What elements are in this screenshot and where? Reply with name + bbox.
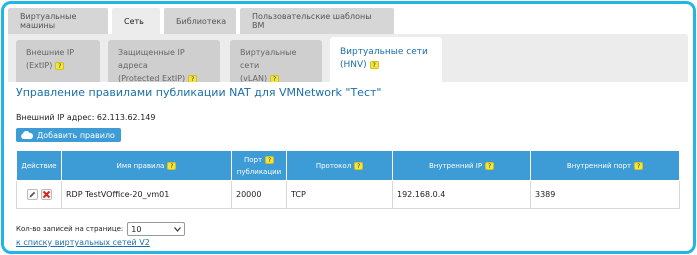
internal-ip-cell: 192.168.0.4: [392, 180, 531, 209]
tab-virtual-machines[interactable]: Виртуальные машины: [8, 8, 108, 34]
header-publish-port: Порт? публикации: [231, 150, 287, 181]
header-action-label: Действие: [21, 161, 57, 170]
help-icon[interactable]: ?: [485, 161, 495, 170]
help-icon[interactable]: ?: [55, 61, 65, 70]
internal-port-cell: 3389: [530, 180, 680, 209]
tab-label: Пользовательские шаблоны ВМ: [252, 12, 372, 30]
delete-rule-button[interactable]: [40, 189, 52, 200]
help-icon[interactable]: ?: [167, 161, 177, 170]
tab-label: Виртуальные машины: [20, 12, 77, 30]
nat-rules-table: Действие Имя правила? Порт? публикации П…: [16, 150, 680, 209]
edit-rule-button[interactable]: [26, 189, 38, 200]
network-panel: Внешние IP (ExtIP)? Защищенные IP адреса…: [8, 34, 688, 249]
subtab-label-line1: Внешние IP: [26, 48, 75, 57]
cloud-icon: [21, 131, 33, 139]
tab-network[interactable]: Сеть: [112, 8, 160, 34]
subtab-vlan[interactable]: Виртуальные сети (vLAN)?: [230, 40, 322, 83]
add-rule-label: Добавить правило: [37, 130, 115, 140]
tab-user-vm-templates[interactable]: Пользовательские шаблоны ВМ: [240, 8, 394, 34]
tab-label: Библиотека: [176, 16, 227, 26]
header-publish-port-label2: публикации: [236, 167, 282, 176]
pencil-icon: [29, 191, 35, 198]
subtab-label-line2: (ExtIP): [26, 61, 53, 70]
header-internal-port-label: Внутренний порт: [566, 161, 632, 170]
publish-port-cell: 20000: [231, 180, 287, 209]
help-icon[interactable]: ?: [634, 161, 644, 170]
tab-label: Сеть: [124, 16, 144, 26]
window-frame: Виртуальные машины Сеть Библиотека Польз…: [1, 1, 696, 254]
help-icon[interactable]: ?: [369, 60, 379, 69]
header-rule-name: Имя правила?: [61, 150, 232, 181]
header-protocol-label: Протокол: [315, 161, 352, 170]
top-tabs: Виртуальные машины Сеть Библиотека Польз…: [8, 8, 398, 34]
header-protocol: Протокол?: [286, 150, 393, 181]
tab-library[interactable]: Библиотека: [164, 8, 236, 34]
action-cell: [16, 180, 62, 209]
add-rule-button[interactable]: Добавить правило: [16, 128, 121, 142]
delete-x-icon: [42, 190, 50, 199]
header-internal-ip: Внутренний IP?: [392, 150, 531, 181]
page-size-control: Кол-во записей на странице: 10: [16, 222, 186, 236]
header-action: Действие: [16, 150, 62, 181]
help-icon[interactable]: ?: [354, 161, 364, 170]
back-to-virtual-networks-link[interactable]: к списку виртуальных сетей V2: [16, 238, 150, 247]
page-title: Управление правилами публикации NAT для …: [16, 86, 382, 99]
chevron-down-icon: [174, 226, 182, 232]
subtab-label-line1: Виртуальные сети: [240, 48, 297, 70]
subtab-hnv[interactable]: Виртуальные сети (HNV)?: [330, 37, 442, 82]
protocol-cell: TCP: [286, 180, 393, 209]
header-publish-port-label: Порт: [243, 155, 263, 164]
subtab-label-line1: Защищенные IP адреса: [118, 48, 185, 70]
page-size-select[interactable]: 10: [127, 222, 186, 236]
header-internal-port: Внутренний порт?: [530, 150, 680, 181]
page-size-label: Кол-во записей на странице:: [16, 225, 124, 233]
header-rule-name-label: Имя правила: [116, 161, 165, 170]
subtab-label-line1: Виртуальные сети: [340, 47, 428, 57]
external-ip-label: Внешний IP адрес: 62.113.62.149: [16, 113, 156, 122]
subtab-label-line2: (HNV): [340, 60, 367, 70]
subtab-protected-extip[interactable]: Защищенные IP адреса (Protected ExtIP)?: [108, 40, 220, 83]
rule-name-cell: RDP TestVOffice-20_vm01: [61, 180, 232, 209]
table-row: RDP TestVOffice-20_vm01 20000 TCP 192.16…: [16, 180, 680, 209]
table-header-row: Действие Имя правила? Порт? публикации П…: [16, 150, 680, 181]
subtab-extip[interactable]: Внешние IP (ExtIP)?: [16, 40, 100, 82]
help-icon[interactable]: ?: [265, 155, 275, 164]
header-internal-ip-label: Внутренний IP: [428, 161, 483, 170]
page-size-value: 10: [131, 224, 142, 234]
